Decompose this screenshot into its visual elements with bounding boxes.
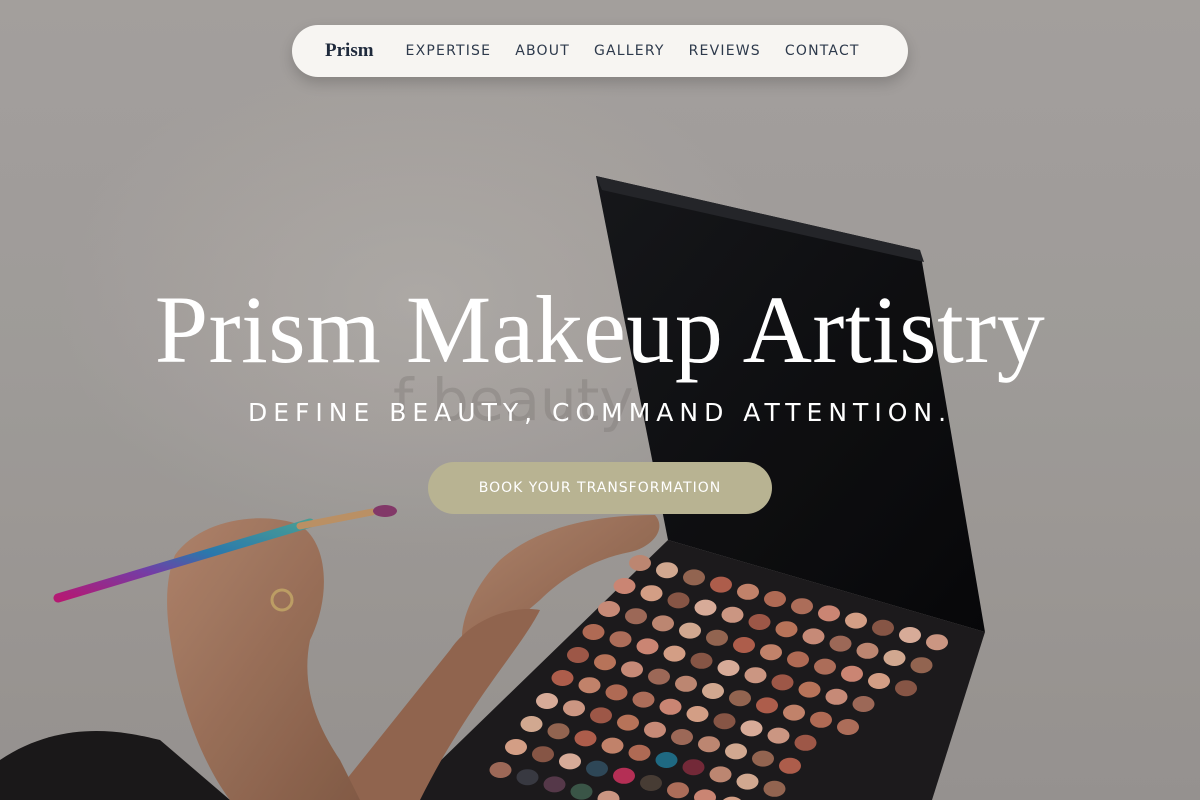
brand-logo[interactable]: Prism — [325, 40, 374, 62]
hero-title: Prism Makeup Artistry — [154, 276, 1046, 383]
hero-subtitle: DEFINE BEAUTY, COMMAND ATTENTION. — [247, 398, 953, 427]
nav-link-about[interactable]: ABOUT — [515, 43, 570, 59]
nav-link-expertise[interactable]: EXPERTISE — [406, 43, 492, 59]
book-transformation-button[interactable]: BOOK YOUR TRANSFORMATION — [428, 462, 772, 514]
nav-link-contact[interactable]: CONTACT — [785, 43, 860, 59]
nav-link-gallery[interactable]: GALLERY — [594, 43, 665, 59]
nav-link-reviews[interactable]: REVIEWS — [689, 43, 761, 59]
top-navigation: Prism EXPERTISE ABOUT GALLERY REVIEWS CO… — [292, 25, 908, 77]
